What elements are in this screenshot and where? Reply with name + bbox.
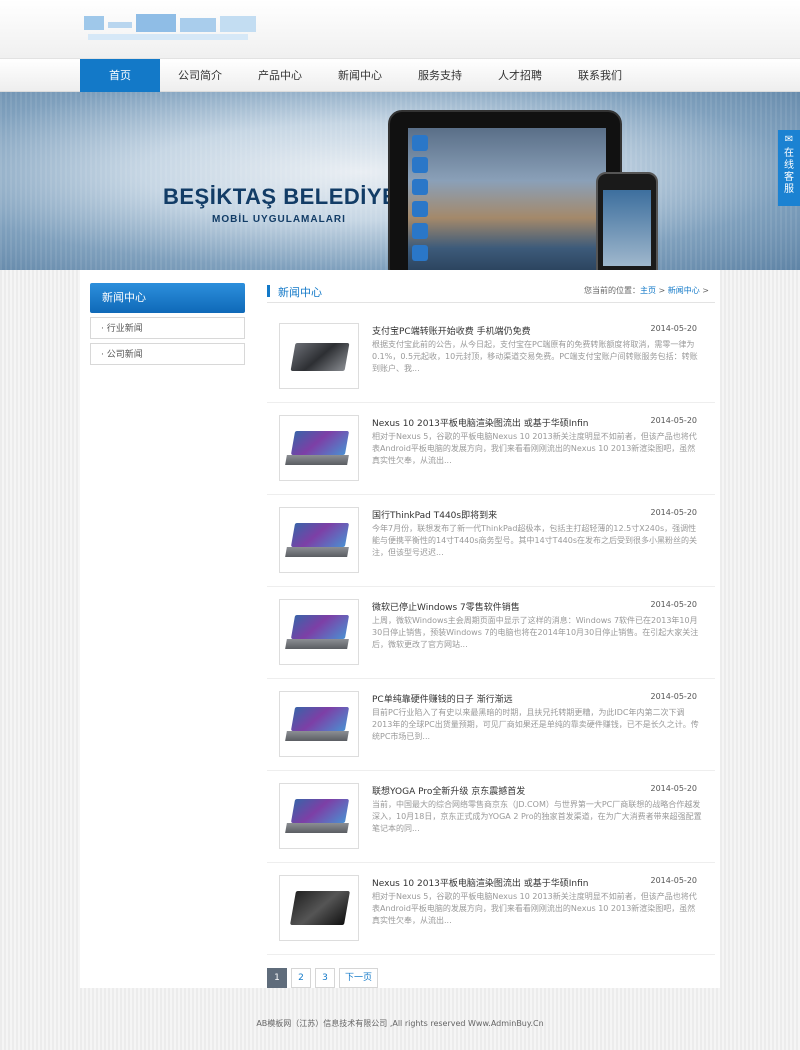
news-summary: 上周，微软Windows主会周期页面中显示了这样的消息：Windows 7软件已… — [372, 616, 699, 649]
news-thumbnail[interactable] — [279, 323, 359, 389]
news-title-link[interactable]: 联想YOGA Pro全新升级 京东震撼首发 — [372, 784, 525, 797]
news-date: 2014-05-20 — [650, 508, 698, 517]
device-image — [290, 615, 350, 639]
news-thumbnail[interactable] — [279, 875, 359, 941]
news-thumbnail[interactable] — [279, 507, 359, 573]
news-date: 2014-05-20 — [650, 876, 698, 885]
content-header: 新闻中心 您当前的位置：主页 > 新闻中心 > — [267, 283, 715, 303]
news-title-link[interactable]: Nexus 10 2013平板电脑渲染图流出 或基于华硕Infin — [372, 876, 589, 889]
news-date: 2014-05-20 — [650, 416, 698, 425]
content-title: 新闻中心 — [278, 286, 322, 299]
news-thumbnail[interactable] — [279, 783, 359, 849]
news-item[interactable]: 微软已停止Windows 7零售软件销售 2014-05-20 上周，微软Windo… — [267, 587, 715, 679]
banner-title: BEŞİKTAŞ BELEDİYESİ — [163, 184, 420, 209]
news-thumbnail[interactable] — [279, 415, 359, 481]
site-header — [0, 0, 800, 58]
news-date: 2014-05-20 — [650, 692, 698, 701]
banner-phone-image — [596, 172, 658, 270]
news-date: 2014-05-20 — [650, 600, 698, 609]
news-thumbnail[interactable] — [279, 599, 359, 665]
page-link-3[interactable]: 3 — [315, 968, 335, 988]
banner-subtitle: MOBİL UYGULAMALARI — [212, 214, 346, 225]
news-date: 2014-05-20 — [650, 784, 698, 793]
device-image — [290, 431, 350, 455]
news-item[interactable]: 国行ThinkPad T440s即将到来 2014-05-20 今年7月份，联想发布… — [267, 495, 715, 587]
news-summary: 相对于Nexus 5，谷歌的平板电脑Nexus 10 2013新关注度明显不如前… — [372, 892, 697, 925]
breadcrumb-separator: > — [655, 286, 668, 295]
sidebar-title: 新闻中心 — [90, 283, 245, 313]
sidebar-item-company-news[interactable]: · 公司新闻 — [90, 343, 245, 365]
news-date: 2014-05-20 — [650, 324, 698, 333]
breadcrumb: 您当前的位置：主页 > 新闻中心 > — [584, 285, 709, 296]
breadcrumb-current-link[interactable]: 新闻中心 — [668, 286, 700, 295]
news-title-link[interactable]: 微软已停止Windows 7零售软件销售 — [372, 600, 520, 613]
breadcrumb-home-link[interactable]: 主页 — [640, 286, 656, 295]
pagination: 1 2 3 下一页 — [267, 968, 382, 988]
chat-bubble-icon: ✉ — [784, 134, 794, 145]
nav-item-jobs[interactable]: 人才招聘 — [480, 59, 560, 92]
next-page-button[interactable]: 下一页 — [339, 968, 379, 988]
news-summary: 根据支付宝此前的公告，从今日起，支付宝在PC端原有的免费转账额度将取消，需零一律… — [372, 340, 698, 373]
title-accent-bar — [267, 285, 270, 297]
phone-screen — [603, 190, 651, 266]
news-item[interactable]: PC单纯靠硬件赚钱的日子 渐行渐远 2014-05-20 目前PC行业陷入了有史以来… — [267, 679, 715, 771]
news-title-link[interactable]: Nexus 10 2013平板电脑渲染图流出 或基于华硕Infin — [372, 416, 589, 429]
nav-list: 首页 公司简介 产品中心 新闻中心 服务支持 人才招聘 联系我们 — [80, 59, 640, 92]
nav-item-support[interactable]: 服务支持 — [400, 59, 480, 92]
page-link-1[interactable]: 1 — [267, 968, 287, 988]
hero-banner: BEŞİKTAŞ BELEDİYESİ MOBİL UYGULAMALARI — [0, 92, 800, 270]
banner-tablet-image — [388, 110, 622, 270]
news-summary: 今年7月份，联想发布了新一代ThinkPad超极本，包括主打超轻薄的12.5寸X… — [372, 524, 698, 557]
footer-copyright: AB模板网（江苏）信息技术有限公司 ,All rights reserved W… — [256, 1019, 544, 1028]
news-summary: 当前，中国最大的综合网络零售商京东（JD.COM）与世界第一大PC厂商联想的战略… — [372, 800, 702, 833]
device-image — [290, 707, 350, 731]
device-image — [290, 523, 350, 547]
sidebar-item-industry-news[interactable]: · 行业新闻 — [90, 317, 245, 339]
main-nav: 首页 公司简介 产品中心 新闻中心 服务支持 人才招聘 联系我们 — [0, 58, 800, 92]
device-image — [290, 799, 350, 823]
news-item[interactable]: Nexus 10 2013平板电脑渲染图流出 或基于华硕Infin 2014-05… — [267, 403, 715, 495]
news-item[interactable]: 联想YOGA Pro全新升级 京东震撼首发 2014-05-20 当前，中国最大的综… — [267, 771, 715, 863]
nav-item-contact[interactable]: 联系我们 — [560, 59, 640, 92]
news-summary: 目前PC行业陷入了有史以来最黑暗的时期，且扶兄托转期更糟，为此IDC年内第二次下… — [372, 708, 699, 741]
news-item[interactable]: Nexus 10 2013平板电脑渲染图流出 或基于华硕Infin 2014-05… — [267, 863, 715, 955]
page-link-2[interactable]: 2 — [291, 968, 311, 988]
nav-item-about[interactable]: 公司简介 — [160, 59, 240, 92]
online-service-tab[interactable]: ✉ 在线客服 — [778, 130, 800, 206]
news-title-link[interactable]: PC单纯靠硬件赚钱的日子 渐行渐远 — [372, 692, 513, 705]
news-title-link[interactable]: 支付宝PC端转账开始收费 手机端仍免费 — [372, 324, 531, 337]
sidebar: 新闻中心 · 行业新闻 · 公司新闻 — [90, 283, 245, 365]
news-title-link[interactable]: 国行ThinkPad T440s即将到来 — [372, 508, 497, 521]
nav-item-home[interactable]: 首页 — [80, 59, 160, 92]
nav-item-news[interactable]: 新闻中心 — [320, 59, 400, 92]
news-item[interactable]: 支付宝PC端转账开始收费 手机端仍免费 2014-05-20 根据支付宝此前的公告，… — [267, 311, 715, 403]
device-image — [290, 891, 350, 925]
online-service-label: 在线客服 — [784, 148, 794, 195]
news-summary: 相对于Nexus 5，谷歌的平板电脑Nexus 10 2013新关注度明显不如前… — [372, 432, 697, 465]
site-logo[interactable] — [84, 12, 260, 44]
tablet-app-icons — [412, 132, 442, 267]
main-container: 新闻中心 · 行业新闻 · 公司新闻 新闻中心 您当前的位置：主页 > 新闻中心… — [80, 270, 720, 988]
device-image — [290, 343, 350, 371]
news-thumbnail[interactable] — [279, 691, 359, 757]
nav-item-products[interactable]: 产品中心 — [240, 59, 320, 92]
news-content: 新闻中心 您当前的位置：主页 > 新闻中心 > 支付宝PC端转账开始收费 手机端… — [267, 283, 715, 955]
breadcrumb-prefix: 您当前的位置： — [583, 286, 640, 295]
breadcrumb-end: > — [699, 286, 709, 295]
